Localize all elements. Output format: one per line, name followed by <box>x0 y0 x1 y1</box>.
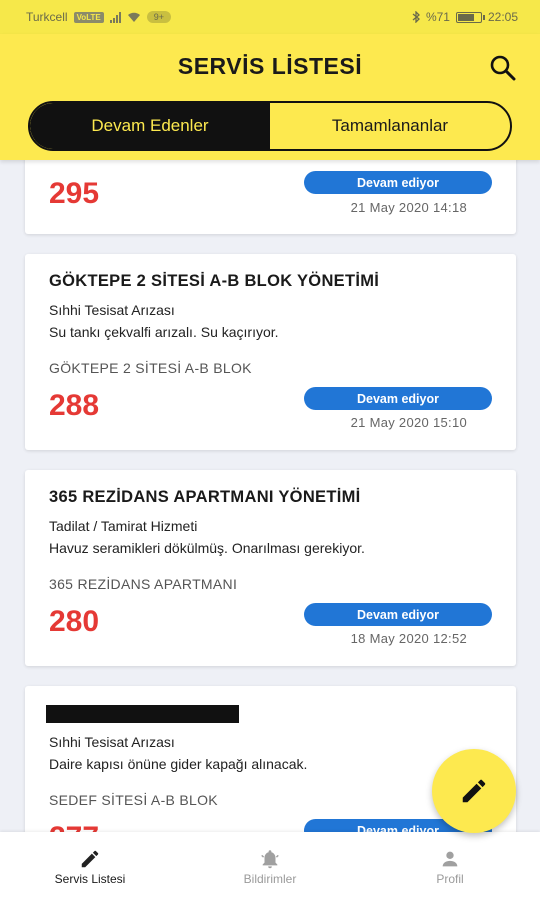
nav-item-profil[interactable]: Profil <box>360 832 540 900</box>
service-description: Havuz seramikleri dökülmüş. Onarılması g… <box>49 540 365 556</box>
bell-icon <box>261 850 279 869</box>
search-icon <box>490 55 516 81</box>
tab-devam-edenler[interactable]: Devam Edenler <box>30 103 270 149</box>
service-card[interactable]: 295 Devam ediyor 21 May 2020 14:18 <box>25 160 516 234</box>
service-number: 295 <box>49 177 100 210</box>
status-badge: Devam ediyor <box>304 603 492 626</box>
service-number: 288 <box>49 389 100 422</box>
bluetooth-icon <box>412 11 420 23</box>
service-list[interactable]: 295 Devam ediyor 21 May 2020 14:18 GÖKTE… <box>0 160 540 832</box>
nav-label: Servis Listesi <box>54 872 126 886</box>
service-category: Tadilat / Tamirat Hizmeti <box>49 518 198 534</box>
status-bar-left: Turkcell VoLTE 9+ <box>26 10 171 24</box>
service-description: Daire kapısı önüne gider kapağı alınacak… <box>49 756 308 772</box>
status-badge: Devam ediyor <box>304 387 492 410</box>
nav-label: Bildirimler <box>243 872 297 886</box>
service-site: GÖKTEPE 2 SİTESİ A-B BLOK <box>49 360 252 376</box>
pencil-icon <box>81 850 99 868</box>
service-description: Su tankı çekvalfi arızalı. Su kaçırıyor. <box>49 324 279 340</box>
notification-count-pill: 9+ <box>146 11 171 23</box>
service-card[interactable]: 365 REZİDANS APARTMANI YÖNETİMİ Tadilat … <box>25 470 516 666</box>
service-date: 18 May 2020 12:52 <box>350 631 467 646</box>
service-title: 365 REZİDANS APARTMANI YÖNETİMİ <box>49 488 361 506</box>
signal-icon <box>109 11 121 23</box>
carrier-name: Turkcell <box>26 10 68 24</box>
new-service-button[interactable] <box>432 749 516 833</box>
search-button[interactable] <box>488 53 518 83</box>
service-date: 21 May 2020 15:10 <box>350 415 467 430</box>
service-category: Sıhhi Tesisat Arızası <box>49 302 175 318</box>
page-title: SERVİS LİSTESİ <box>177 53 363 79</box>
redacted-title <box>46 705 239 723</box>
service-card[interactable]: GÖKTEPE 2 SİTESİ A-B BLOK YÖNETİMİ Sıhhi… <box>25 254 516 450</box>
service-number: 277 <box>49 821 99 832</box>
clock: 22:05 <box>487 10 518 24</box>
pencil-icon <box>462 779 486 803</box>
battery-percent: %71 <box>425 10 450 24</box>
nav-item-servis-listesi[interactable]: Servis Listesi <box>0 832 180 900</box>
wifi-icon <box>127 12 140 22</box>
status-tabs: Devam Edenler Tamamlananlar <box>28 101 512 151</box>
status-badge: Devam ediyor <box>304 171 492 194</box>
service-date: 21 May 2020 14:18 <box>350 200 467 215</box>
battery-icon <box>455 11 485 23</box>
status-bar-right: %71 22:05 <box>412 10 518 24</box>
service-category: Sıhhi Tesisat Arızası <box>49 734 175 750</box>
tab-tamamlananlar[interactable]: Tamamlananlar <box>270 103 510 149</box>
person-icon <box>442 851 458 867</box>
service-site: SEDEF SİTESİ A-B BLOK <box>49 792 218 808</box>
service-number: 280 <box>49 605 100 638</box>
nav-label: Profil <box>436 872 464 886</box>
app-header: SERVİS LİSTESİ Devam Edenler Tamamlananl… <box>0 34 540 160</box>
service-site: 365 REZİDANS APARTMANI <box>49 576 238 592</box>
bottom-navigation: Servis Listesi Bildirimler Profil <box>0 832 540 900</box>
service-title: GÖKTEPE 2 SİTESİ A-B BLOK YÖNETİMİ <box>49 272 380 290</box>
nav-item-bildirimler[interactable]: Bildirimler <box>180 832 360 900</box>
network-badge: VoLTE <box>73 11 104 23</box>
status-bar: Turkcell VoLTE 9+ %71 22:05 <box>0 0 540 34</box>
